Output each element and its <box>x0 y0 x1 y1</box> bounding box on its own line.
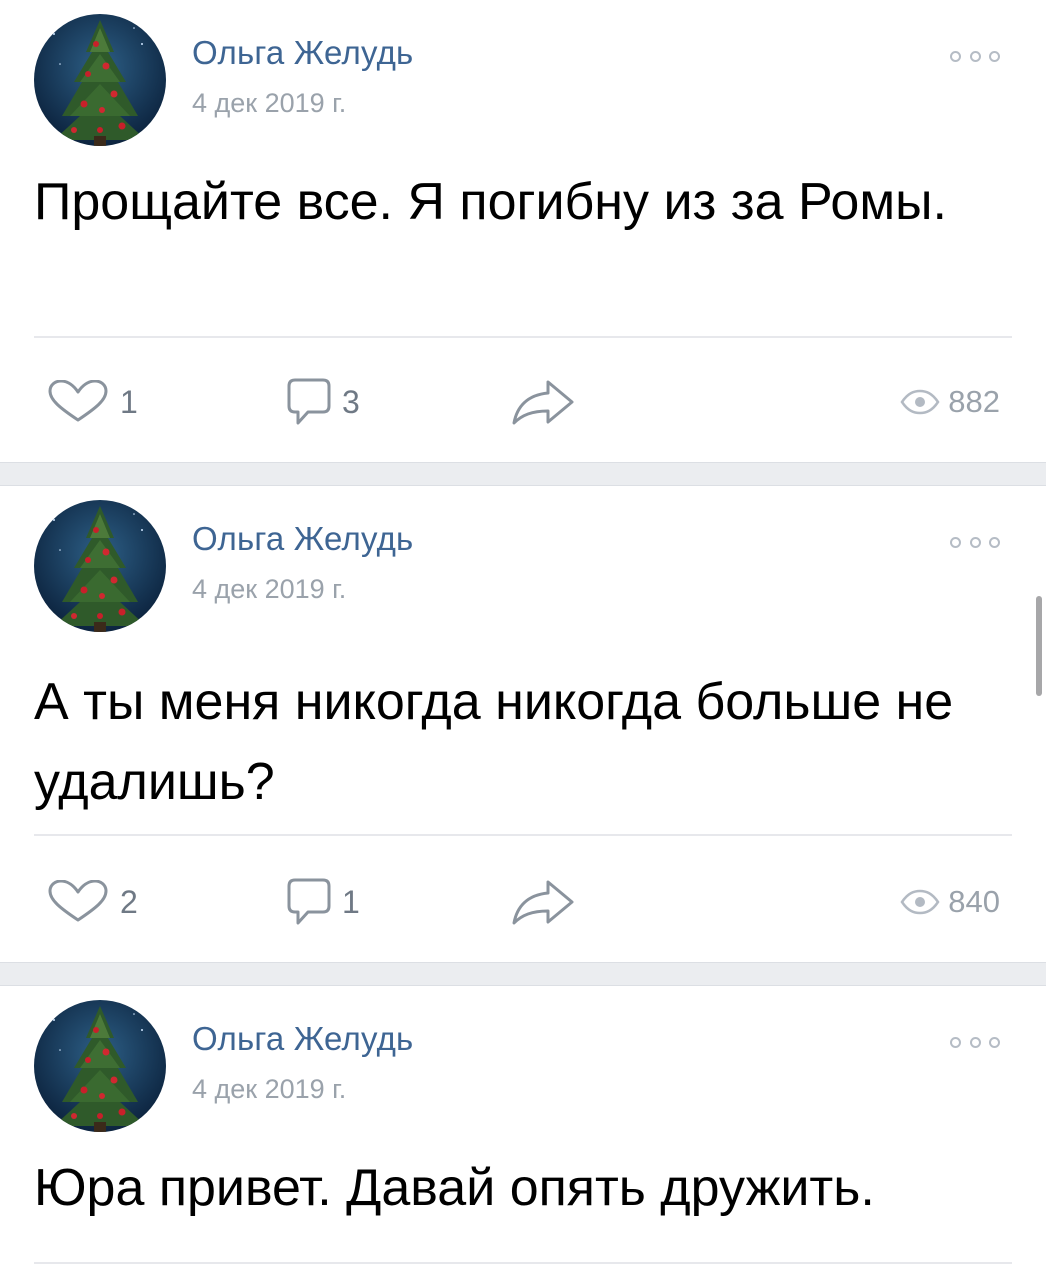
like-count: 2 <box>120 883 138 920</box>
avatar[interactable] <box>34 500 166 632</box>
post-separator <box>0 962 1046 986</box>
scrollbar[interactable] <box>1036 596 1042 696</box>
views-count: 882 <box>948 384 1000 419</box>
eye-icon <box>900 889 940 915</box>
more-horizontal-icon[interactable] <box>950 1030 1000 1054</box>
heart-outline-icon <box>48 880 108 922</box>
views-counter: 840 <box>900 872 1000 932</box>
like-button[interactable]: 2 <box>46 872 138 932</box>
author-name[interactable]: Ольга Желудь <box>192 520 413 558</box>
divider <box>34 834 1012 836</box>
post-text: А ты меня никогда никогда больше не удал… <box>34 673 954 811</box>
post-text: Юра привет. Давай опять дружить. <box>34 1159 875 1217</box>
author-name[interactable]: Ольга Желудь <box>192 34 413 72</box>
more-horizontal-icon[interactable] <box>950 530 1000 554</box>
avatar[interactable] <box>34 14 166 146</box>
comment-button[interactable]: 3 <box>286 372 360 432</box>
comment-count: 1 <box>342 883 360 920</box>
post-text: Прощайте все. Я погибну из за Ромы. <box>34 173 947 231</box>
wall-post: Ольга Желудь 4 дек 2019 г. А ты меня ник… <box>0 486 1046 962</box>
christmas-tree-avatar-icon <box>34 500 166 632</box>
post-separator <box>0 462 1046 486</box>
heart-outline-icon <box>48 380 108 422</box>
post-actions: 2 1 840 <box>0 872 1046 932</box>
author-name[interactable]: Ольга Желудь <box>192 1020 413 1058</box>
more-horizontal-icon[interactable] <box>950 44 1000 68</box>
post-date[interactable]: 4 дек 2019 г. <box>192 88 346 119</box>
divider <box>34 336 1012 338</box>
like-button[interactable]: 1 <box>46 372 138 432</box>
views-counter: 882 <box>900 372 1000 432</box>
eye-icon <box>900 389 940 415</box>
comment-bubble-icon <box>287 378 331 425</box>
wall-post: Ольга Желудь 4 дек 2019 г. Юра привет. Д… <box>0 986 1046 1280</box>
post-date[interactable]: 4 дек 2019 г. <box>192 1074 346 1105</box>
post-date[interactable]: 4 дек 2019 г. <box>192 574 346 605</box>
avatar[interactable] <box>34 1000 166 1132</box>
comment-button[interactable]: 1 <box>286 872 360 932</box>
comment-count: 3 <box>342 383 360 420</box>
comment-bubble-icon <box>287 878 331 925</box>
christmas-tree-avatar-icon <box>34 1000 166 1132</box>
like-count: 1 <box>120 383 138 420</box>
post-actions: 1 3 882 <box>0 372 1046 432</box>
share-button[interactable] <box>510 372 576 432</box>
divider <box>34 1262 1012 1264</box>
share-arrow-icon <box>512 380 574 425</box>
views-count: 840 <box>948 884 1000 919</box>
share-button[interactable] <box>510 872 576 932</box>
christmas-tree-avatar-icon <box>34 14 166 146</box>
share-arrow-icon <box>512 880 574 925</box>
wall-post: Ольга Желудь 4 дек 2019 г. Прощайте все.… <box>0 0 1046 462</box>
